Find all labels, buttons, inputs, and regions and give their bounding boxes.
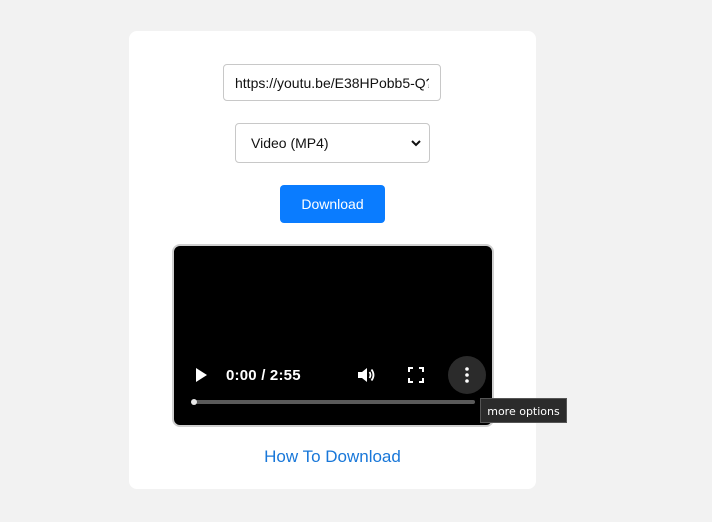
more-options-tooltip: more options <box>480 398 567 423</box>
fullscreen-icon[interactable] <box>408 367 424 383</box>
format-select[interactable]: Video (MP4) <box>235 123 430 163</box>
progress-thumb[interactable] <box>191 399 197 405</box>
progress-bar[interactable] <box>191 399 475 405</box>
how-to-download-link[interactable]: How To Download <box>129 447 536 467</box>
time-display: 0:00 / 2:55 <box>226 367 301 384</box>
more-options-icon <box>465 367 469 383</box>
format-select-value: Video (MP4) <box>251 135 329 151</box>
url-input[interactable] <box>223 64 441 101</box>
volume-icon[interactable] <box>356 365 376 385</box>
download-button[interactable]: Download <box>280 185 385 223</box>
play-icon[interactable] <box>193 366 209 384</box>
more-options-button[interactable] <box>448 356 486 394</box>
chevron-down-icon <box>411 140 421 147</box>
video-player[interactable]: 0:00 / 2:55 <box>172 244 494 427</box>
